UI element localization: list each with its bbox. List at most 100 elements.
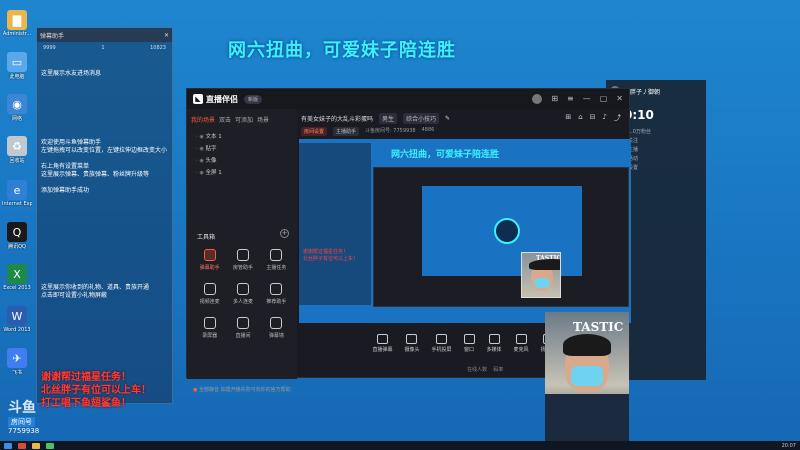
desktop-icon[interactable]: X Excel 2013 — [2, 264, 32, 291]
taskbar: 20:07 — [0, 441, 800, 450]
right-app-row[interactable]: 主播 — [628, 146, 702, 155]
desktop-icon[interactable]: ◉ 网络 — [2, 94, 32, 122]
tool-button[interactable]: 弹幕助手 — [193, 249, 226, 271]
chat-header[interactable]: 弹幕助手 ✕ — [37, 28, 172, 42]
bell-icon[interactable]: ♪ — [603, 113, 607, 123]
scene-item[interactable]: 贴字 — [195, 143, 289, 155]
stat-fans: 10823 — [150, 45, 166, 51]
camera-feed-small[interactable]: TASTIC — [521, 252, 561, 298]
mute-all-label[interactable]: 全部静音 — [199, 387, 219, 393]
taskbar-app[interactable] — [18, 442, 26, 449]
tool-icon — [236, 317, 249, 329]
tool-icon — [270, 249, 283, 261]
mute-icon[interactable]: ● — [193, 387, 197, 393]
scene-item[interactable]: 头像 — [195, 155, 289, 167]
assistant-button[interactable]: 主播助手 — [333, 127, 360, 136]
danmu-chat-panel[interactable]: 弹幕助手 ✕ 9999 1 10823 这里展示水友进场消息 欢迎使用斗鱼弹幕助手… — [36, 27, 173, 409]
close-icon[interactable]: ✕ — [616, 94, 623, 104]
minimize-icon[interactable]: — — [583, 94, 591, 104]
lock-icon[interactable]: ⌂ — [578, 113, 582, 123]
tool-label: 房管助手 — [232, 265, 253, 271]
tool-button[interactable]: 直播间 — [226, 317, 259, 339]
right-app-row[interactable]: 设置 — [628, 164, 702, 173]
desktop-icon[interactable]: ✈ 飞书 — [2, 348, 32, 376]
tool-button[interactable]: 视频连麦 — [193, 283, 226, 305]
qq-icon: Q — [7, 222, 27, 242]
taskbar-app[interactable] — [32, 442, 40, 449]
window-controls: ⊞ ≡ — ▢ ✕ — [532, 94, 623, 104]
desktop-icon[interactable]: eInternet Explorer — [2, 180, 32, 207]
right-app-row[interactable]: 关注 — [628, 137, 702, 146]
version-pill[interactable]: 新版 — [244, 94, 263, 104]
source-button[interactable]: 多媒体 — [487, 333, 502, 353]
edit-tag[interactable]: 综合小技巧 — [403, 113, 440, 124]
tab-my-scenes[interactable]: 我的场景 — [191, 115, 215, 124]
desktop-icon[interactable]: ♻ 回收站 — [2, 136, 32, 164]
stream-preview[interactable]: 网六扭曲，可爱妹子陪连胜 谢谢帮过福星任务！ 北丝胖子有位可以上车！ — [299, 139, 631, 323]
source-button[interactable]: 手机投屏 — [431, 333, 452, 353]
menu-icon[interactable]: ≡ — [567, 94, 574, 104]
desktop-icon[interactable]: ▭ 此电脑 — [2, 52, 32, 80]
skin-icon[interactable]: ⊞ — [551, 94, 558, 104]
tool-button[interactable]: 弹幕墙 — [260, 317, 293, 339]
room-label: 房间号 — [8, 417, 35, 427]
share-icon[interactable]: ⤴ — [614, 113, 621, 123]
tool-button[interactable]: 录屏器 — [193, 317, 226, 339]
source-button[interactable]: 直播弹幕 — [372, 333, 392, 353]
tool-button[interactable]: 主播任务 — [260, 249, 293, 271]
room-title[interactable]: 有美女妹子的大乱斗彩蛋吗 — [301, 114, 373, 123]
scroll-line: 谢谢帮过福星任务！ — [41, 372, 131, 383]
desktop-icon[interactable]: W Word 2013 — [2, 306, 32, 333]
chat-message: 这里展示弹幕、贵族弹幕、粉丝牌升级等 — [41, 171, 150, 178]
close-icon[interactable]: ✕ — [164, 32, 169, 39]
clock: 20:07 — [781, 442, 796, 449]
online-count-label: 在线人数 — [467, 367, 488, 373]
tab-double[interactable]: 双击 — [219, 115, 231, 124]
feishu-icon: ✈ — [7, 348, 27, 368]
start-button[interactable] — [4, 442, 12, 449]
room-id: 斗鱼房间号: 7759938 — [365, 128, 416, 134]
title-bar[interactable]: ◣ 直播伴侣 新版 ⊞ ≡ — ▢ ✕ — [187, 89, 629, 109]
status-note: 如遇开播失败可向你的官方帮助 — [220, 387, 291, 393]
desktop-icon[interactable]: Q 腾讯QQ — [2, 222, 32, 250]
tool-button[interactable]: 多人连麦 — [226, 283, 259, 305]
chat-message: 点击即可设置小礼物屏蔽 — [41, 292, 108, 299]
desktop-icon-label: 此电脑 — [9, 74, 25, 80]
right-app-row[interactable]: 1.0万粉丝 — [628, 128, 702, 137]
stat-gift: 1 — [101, 45, 105, 51]
scene-item[interactable]: 文本 1 — [195, 131, 289, 143]
taskbar-app[interactable] — [46, 442, 54, 449]
source-button[interactable]: 麦克风 — [514, 333, 529, 353]
toolbox-grid: 弹幕助手 房管助手 主播任务视频连麦 多人连麦 推荐助手录屏器 直播间 弹幕墙 — [193, 249, 293, 339]
chat-stats: 9999 1 10823 — [37, 42, 172, 54]
chat-message: 添加弹幕助手成功 — [41, 187, 90, 194]
link-icon[interactable]: ⊟ — [590, 113, 596, 123]
scene-item[interactable]: 全屏 1 — [195, 167, 289, 179]
desktop-icon-label: 飞书 — [11, 370, 22, 376]
tab-addable[interactable]: 可添加 — [235, 115, 253, 124]
excel-icon: X — [7, 264, 27, 284]
ie-icon: e — [7, 180, 27, 200]
avatar[interactable] — [532, 94, 543, 104]
camera-feed[interactable]: TASTIC — [545, 312, 629, 444]
scene-list: 文本 1 贴字 头像 全屏 1 — [187, 127, 297, 183]
tool-button[interactable]: 推荐助手 — [260, 283, 293, 305]
tool-button[interactable]: 房管助手 — [226, 249, 259, 271]
tool-label: 推荐助手 — [266, 299, 287, 305]
tool-label: 弹幕助手 — [199, 265, 220, 271]
grid-icon[interactable]: ⊞ — [565, 113, 571, 123]
source-button[interactable]: 摄像头 — [404, 333, 419, 353]
chat-message: 这里展示你收到的礼物、道具、贵族开通 — [41, 284, 150, 291]
app-logo: ◣ 直播伴侣 — [193, 94, 238, 105]
desktop-icon[interactable]: ▇ Administr... — [2, 10, 32, 37]
maximize-icon[interactable]: ▢ — [600, 94, 608, 104]
room-settings-button[interactable]: 房间设置 — [301, 127, 328, 136]
preview-red-text: 谢谢帮过福星任务！ 北丝胖子有位可以上车！ — [303, 249, 358, 263]
tab-scene[interactable]: 场景 — [257, 115, 269, 124]
edit-icon[interactable]: ✎ — [445, 115, 450, 122]
tool-icon — [236, 249, 249, 261]
category-tag[interactable]: 男生 — [379, 113, 398, 124]
right-app-row[interactable]: 活动 — [628, 155, 702, 164]
source-button[interactable]: 窗口 — [463, 333, 475, 353]
add-tool-icon[interactable]: + — [280, 229, 289, 238]
